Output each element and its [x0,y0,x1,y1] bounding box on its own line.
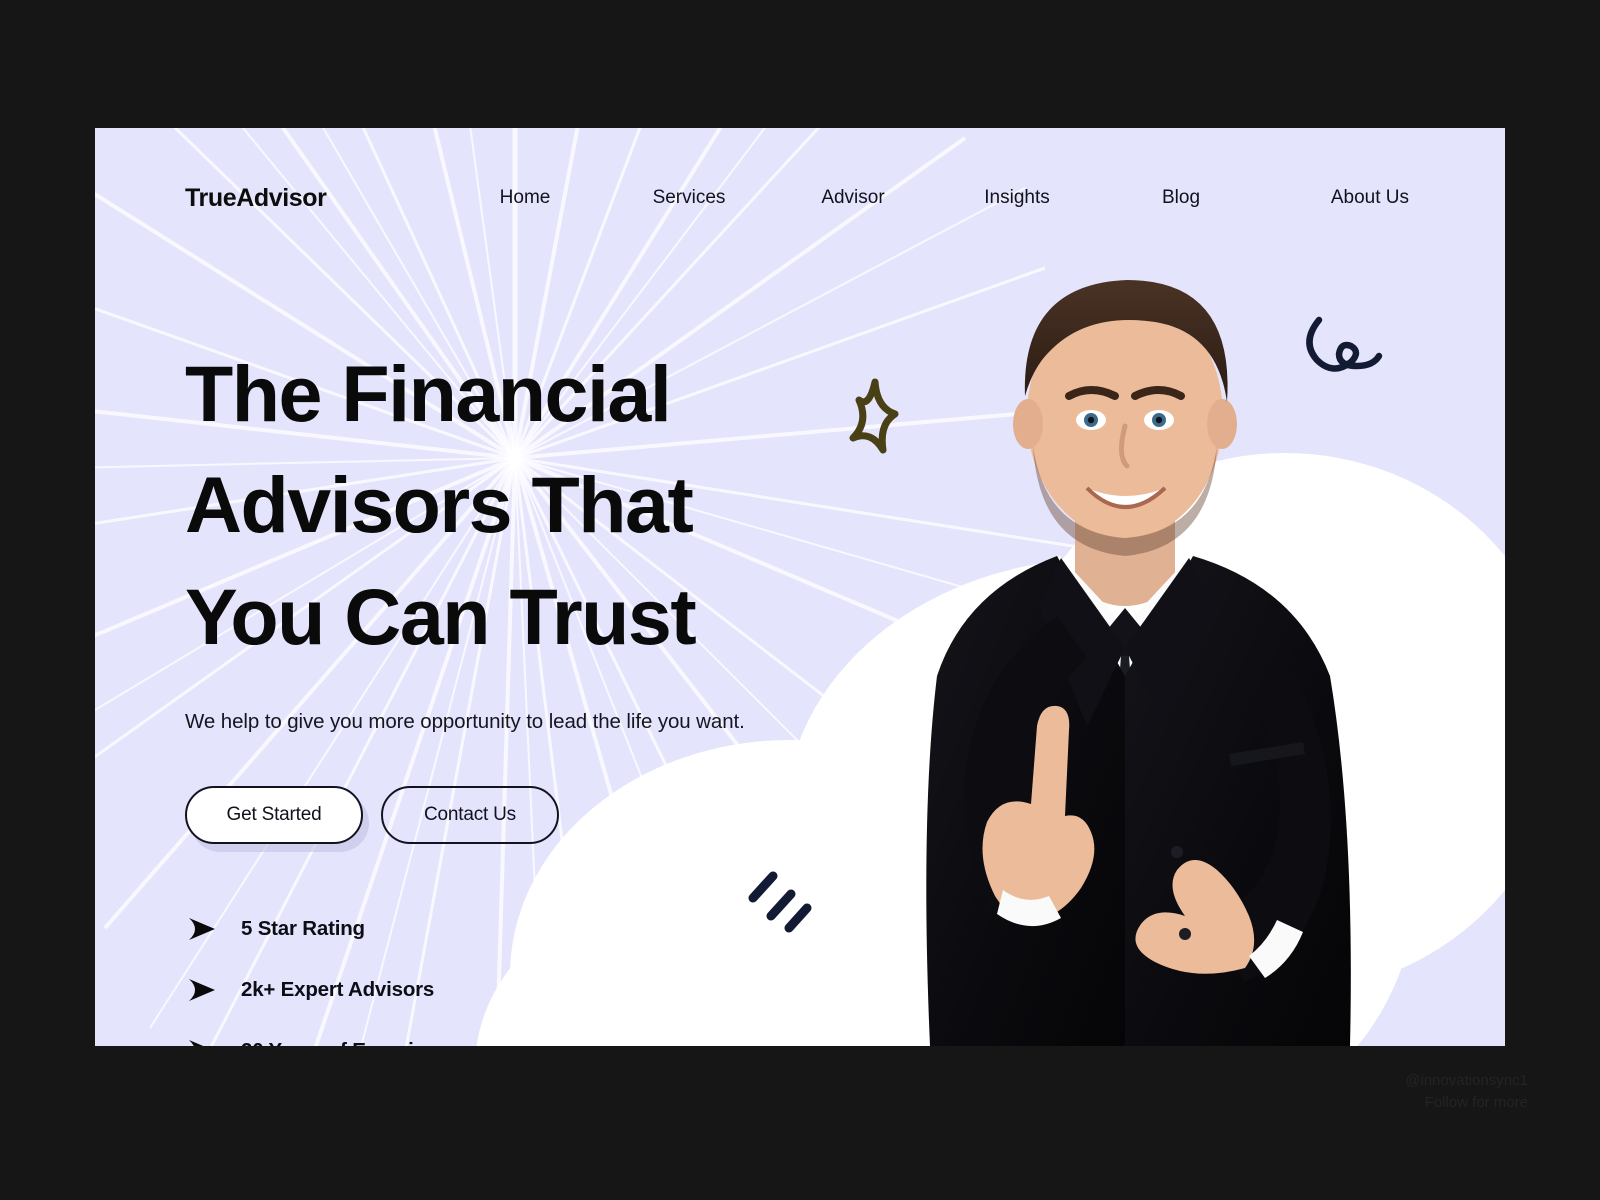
chevron-right-icon [189,979,215,1002]
feature-label: 2k+ Expert Advisors [241,978,435,1002]
nav-item-home[interactable]: Home [443,181,607,215]
nav-item-insights[interactable]: Insights [935,181,1099,215]
watermark-handle: @innovationsync1 [1405,1072,1528,1089]
cta-group: Get Started Contact Us [185,786,905,845]
hero-section: The Financial Advisors That You Can Trus… [185,338,905,1046]
site-header: TrueAdvisor Home Services Advisor Insigh… [95,128,1505,268]
curl-squiggle-doodle [1306,316,1383,372]
screenshot-stage: TrueAdvisor Home Services Advisor Insigh… [0,0,1600,1200]
feature-label: 5 Star Rating [241,917,365,941]
list-item: 5 Star Rating [185,914,905,944]
headline-line-1: The Financial [185,349,672,438]
contact-us-button[interactable]: Contact Us [381,786,559,845]
logo[interactable]: TrueAdvisor [185,184,327,213]
website-canvas: TrueAdvisor Home Services Advisor Insigh… [95,128,1505,1046]
headline-line-3: You Can Trust [185,571,697,661]
headline-line-2: Advisors That [185,460,694,550]
nav-item-advisor[interactable]: Advisor [771,181,935,215]
main-navigation: Home Services Advisor Insights Blog Abou… [326,181,1413,215]
chevron-right-icon [189,1040,203,1046]
list-item: 20 Years of Experience [185,1036,905,1046]
nav-item-services[interactable]: Services [607,181,771,215]
watermark: @innovationsync1 Follow for more [1405,1070,1528,1114]
chevron-right-icon [189,918,215,941]
list-item: 2k+ Expert Advisors [185,975,905,1005]
nav-item-about-us[interactable]: About Us [1263,181,1413,215]
hero-subtitle: We help to give you more opportunity to … [185,710,745,734]
nav-item-blog[interactable]: Blog [1099,181,1263,215]
watermark-tagline: Follow for more [1424,1093,1528,1111]
page-title: The Financial Advisors That You Can Trus… [185,338,905,672]
get-started-button[interactable]: Get Started [185,786,363,845]
feature-list: 5 Star Rating 2k+ Expert Advisors 20 Yea… [185,914,905,1046]
feature-label: 20 Years of Experience [241,1039,460,1046]
